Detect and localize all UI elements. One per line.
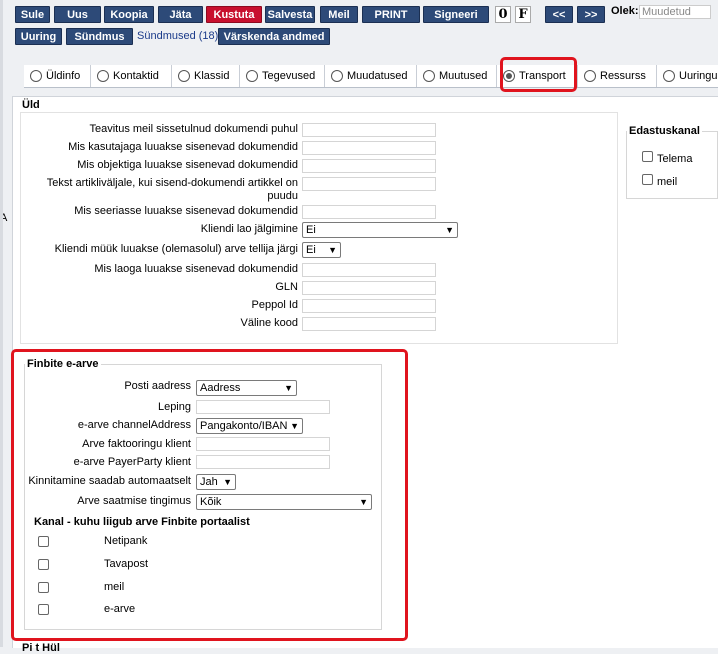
left-edge-strip (0, 0, 3, 647)
jata-button[interactable]: Jäta (158, 6, 203, 23)
seeria-label: Mis seeriasse luuakse sisenevad dokumend… (74, 205, 298, 217)
meil-button[interactable]: Meil (320, 6, 358, 23)
syndmused-link[interactable]: Sündmused (18) (137, 30, 218, 42)
tab-ressurss[interactable]: Ressurss (578, 65, 657, 87)
radio-icon (178, 70, 190, 82)
teavitus-input[interactable] (302, 123, 436, 137)
kasutaja-input[interactable] (302, 141, 436, 155)
ladu-label: Mis laoga luuakse sisenevad dokumendid (94, 263, 298, 275)
edastus-meil-label: meil (657, 176, 678, 188)
radio-icon (663, 70, 675, 82)
state-label: Olek: (611, 5, 639, 17)
radio-icon (423, 70, 435, 82)
kliendi-myyk-select[interactable]: Ei ▼ (302, 242, 341, 258)
tab-uldinfo[interactable]: Üldinfo (24, 65, 91, 87)
salvesta-button[interactable]: Salvesta (265, 6, 315, 23)
objekt-input[interactable] (302, 159, 436, 173)
sule-button[interactable]: Sule (15, 6, 50, 23)
uus-button[interactable]: Uus (54, 6, 101, 23)
ladu-input[interactable] (302, 263, 436, 277)
koopia-button[interactable]: Koopia (104, 6, 154, 23)
tekst-artikkel-input[interactable] (302, 177, 436, 191)
peppol-input[interactable] (302, 299, 436, 313)
objekt-label: Mis objektiga luuakse sisenevad dokumend… (77, 159, 298, 171)
kasutaja-label: Mis kasutajaga luuakse sisenevad dokumen… (68, 141, 298, 153)
kliendi-lao-select[interactable]: Ei ▼ (302, 222, 458, 238)
tab-muudatused[interactable]: Muudatused (325, 65, 417, 87)
state-field: Muudetud (639, 5, 711, 19)
valine-kood-label: Väline kood (240, 317, 299, 329)
uuring-button[interactable]: Uuring (15, 28, 62, 45)
peppol-label: Peppol Id (251, 299, 298, 311)
tab-kontaktid[interactable]: Kontaktid (91, 65, 172, 87)
tab-uuringud[interactable]: Uuringud (657, 65, 718, 87)
tekst-artikkel-label: Tekst artikliväljale, kui sisend-dokumen… (46, 177, 298, 202)
radio-icon (246, 70, 258, 82)
radio-icon (30, 70, 42, 82)
next-button[interactable]: >> (577, 6, 605, 23)
chevron-down-icon: ▼ (328, 245, 337, 255)
prev-button[interactable]: << (545, 6, 573, 23)
valine-kood-input[interactable] (302, 317, 436, 331)
signeeri-button[interactable]: Signeeri (423, 6, 489, 23)
uld-title: Üld (22, 99, 40, 111)
radio-icon (97, 70, 109, 82)
telema-checkbox[interactable] (642, 151, 653, 162)
f-icon[interactable]: F (515, 6, 531, 23)
edastuskanal-section (626, 131, 718, 199)
tab-muutused[interactable]: Muutused (417, 65, 497, 87)
teavitus-label: Teavitus meil sissetulnud dokumendi puhu… (89, 123, 298, 135)
syndmus-button[interactable]: Sündmus (66, 28, 133, 45)
seeria-input[interactable] (302, 205, 436, 219)
tab-bar: Üldinfo Kontaktid Klassid Tegevused Muud… (24, 65, 718, 88)
gln-input[interactable] (302, 281, 436, 295)
kustuta-button[interactable]: Kustuta (206, 6, 262, 23)
highlight-transport-tab (500, 57, 577, 92)
kliendi-myyk-label: Kliendi müük luuakse (olemasolul) arve t… (54, 243, 298, 255)
print-button[interactable]: PRINT (362, 6, 420, 23)
kliendi-lao-label: Kliendi lao jälgimine (200, 223, 298, 235)
radio-icon (331, 70, 343, 82)
bottom-partial-title: Pi t Hül (22, 642, 60, 654)
telema-label: Telema (657, 153, 693, 165)
highlight-finbite-section (11, 349, 408, 641)
radio-icon (584, 70, 596, 82)
tab-klassid[interactable]: Klassid (172, 65, 240, 87)
edastuskanal-title: Edastuskanal (627, 125, 702, 137)
chevron-down-icon: ▼ (445, 225, 454, 235)
gln-label: GLN (275, 281, 298, 293)
attachment-icon[interactable]: 0 (495, 6, 511, 23)
edastus-meil-checkbox[interactable] (642, 174, 653, 185)
varskenda-button[interactable]: Värskenda andmed (218, 28, 330, 45)
tab-tegevused[interactable]: Tegevused (240, 65, 325, 87)
